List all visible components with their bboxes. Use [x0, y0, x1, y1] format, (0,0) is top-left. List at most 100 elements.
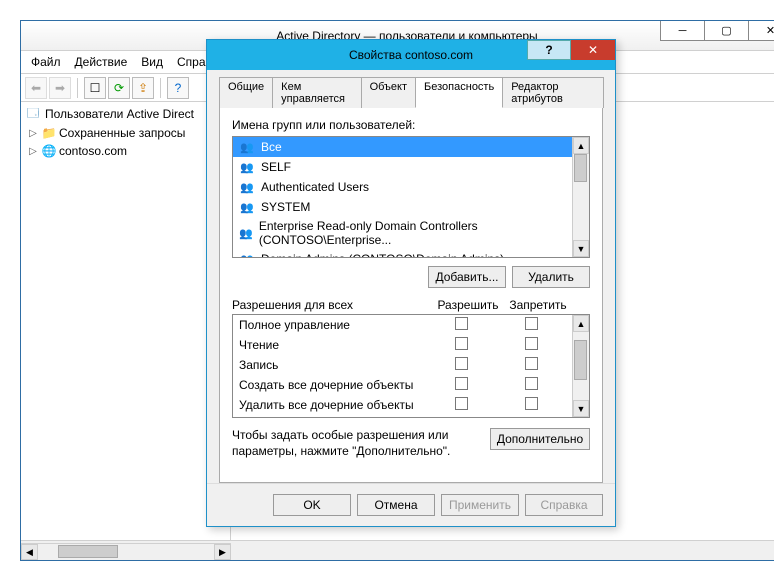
groups-label: Имена групп или пользователей: — [232, 118, 590, 132]
minimize-button[interactable] — [660, 21, 705, 41]
scroll-up-icon[interactable]: ▲ — [573, 137, 589, 154]
tab-strip: Общие Кем управляется Объект Безопасност… — [219, 76, 603, 108]
allow-checkbox[interactable] — [455, 357, 468, 370]
groups-v-scrollbar[interactable]: ▲ ▼ — [572, 137, 589, 257]
apply-button[interactable]: Применить — [441, 494, 519, 516]
scroll-thumb[interactable] — [574, 340, 587, 380]
tree-root[interactable]: Пользователи Active Direct — [23, 104, 228, 124]
deny-checkbox[interactable] — [525, 317, 538, 330]
group-row[interactable]: SELF — [233, 157, 572, 177]
properties-dialog: Свойства contoso.com ? ✕ Общие Кем управ… — [206, 39, 616, 527]
tab-attribute-editor[interactable]: Редактор атрибутов — [502, 77, 604, 108]
permissions-header: Разрешения для всех Разрешить Запретить — [232, 298, 590, 312]
dialog-close-button[interactable]: ✕ — [571, 40, 615, 60]
groups-list[interactable]: Все SELF Authenticated Users SYSTEM — [232, 136, 590, 258]
permission-name: Удалить все дочерние объекты — [239, 398, 426, 412]
help-dialog-button[interactable]: Справка — [525, 494, 603, 516]
tree-node-label: contoso.com — [59, 144, 127, 158]
tree-node-saved-queries[interactable]: ▷ Сохраненные запросы — [23, 124, 228, 142]
show-hide-tree-button[interactable]: ☐ — [84, 77, 106, 99]
tab-general[interactable]: Общие — [219, 77, 273, 108]
permission-row: Полное управление — [233, 315, 572, 335]
perm-header-deny: Запретить — [503, 298, 573, 312]
group-icon — [239, 251, 255, 257]
expand-icon[interactable]: ▷ — [27, 128, 39, 139]
group-icon — [239, 139, 255, 155]
allow-checkbox[interactable] — [455, 397, 468, 410]
group-name: Domain Admins (CONTOSO\Domain Admins) — [261, 252, 504, 257]
remove-button[interactable]: Удалить — [512, 266, 590, 288]
maximize-button[interactable] — [704, 21, 749, 41]
tree-pane: Пользователи Active Direct ▷ Сохраненные… — [21, 102, 231, 540]
deny-checkbox[interactable] — [525, 357, 538, 370]
refresh-button[interactable]: ⟳ — [108, 77, 130, 99]
dialog-button-row: OK Отмена Применить Справка — [207, 483, 615, 526]
group-name: SYSTEM — [261, 200, 310, 214]
dialog-titlebar: Свойства contoso.com ? ✕ — [207, 40, 615, 70]
permission-row: Запись — [233, 355, 572, 375]
dialog-body: Общие Кем управляется Объект Безопасност… — [207, 70, 615, 483]
forward-button[interactable]: ➡ — [49, 77, 71, 99]
permission-row: Чтение — [233, 335, 572, 355]
group-name: Enterprise Read-only Domain Controllers … — [259, 219, 566, 247]
advanced-hint: Чтобы задать особые разрешения или парам… — [232, 428, 480, 459]
tab-object[interactable]: Объект — [361, 77, 416, 108]
group-row[interactable]: Domain Admins (CONTOSO\Domain Admins) — [233, 249, 572, 257]
menu-view[interactable]: Вид — [135, 53, 169, 71]
help-button[interactable]: ? — [167, 77, 189, 99]
group-name: SELF — [261, 160, 291, 174]
toolbar-separator — [77, 78, 78, 98]
scroll-down-icon[interactable]: ▼ — [573, 400, 589, 417]
export-button[interactable]: ⇪ — [132, 77, 154, 99]
expand-icon[interactable]: ▷ — [27, 146, 39, 157]
perm-header-allow: Разрешить — [433, 298, 503, 312]
advanced-button[interactable]: Дополнительно — [490, 428, 590, 450]
menu-action[interactable]: Действие — [69, 53, 134, 71]
group-icon — [239, 159, 255, 175]
group-row[interactable]: SYSTEM — [233, 197, 572, 217]
tree-node-label: Сохраненные запросы — [59, 126, 185, 140]
scroll-down-icon[interactable]: ▼ — [573, 240, 589, 257]
perm-header-label: Разрешения для всех — [232, 298, 433, 312]
folder-icon — [41, 125, 57, 141]
back-button[interactable]: ⬅ — [25, 77, 47, 99]
scroll-thumb[interactable] — [574, 154, 587, 182]
group-name: Все — [261, 140, 282, 154]
permission-name: Полное управление — [239, 318, 426, 332]
group-row[interactable]: Enterprise Read-only Domain Controllers … — [233, 217, 572, 249]
permissions-v-scrollbar[interactable]: ▲ ▼ — [572, 315, 589, 417]
allow-checkbox[interactable] — [455, 317, 468, 330]
tab-security[interactable]: Безопасность — [415, 77, 503, 108]
ok-button[interactable]: OK — [273, 494, 351, 516]
main-window: Active Directory — пользователи и компью… — [20, 20, 774, 561]
allow-checkbox[interactable] — [455, 337, 468, 350]
deny-checkbox[interactable] — [525, 337, 538, 350]
allow-checkbox[interactable] — [455, 377, 468, 390]
permission-name: Чтение — [239, 338, 426, 352]
permission-row: Удалить все дочерние объекты — [233, 395, 572, 415]
group-row[interactable]: Authenticated Users — [233, 177, 572, 197]
permission-row: Создать все дочерние объекты — [233, 375, 572, 395]
globe-icon — [41, 143, 57, 159]
deny-checkbox[interactable] — [525, 377, 538, 390]
tree-root-label: Пользователи Active Direct — [45, 107, 194, 121]
tree-node-domain[interactable]: ▷ contoso.com — [23, 142, 228, 160]
group-icon — [239, 179, 255, 195]
tab-managed-by[interactable]: Кем управляется — [272, 77, 361, 108]
dialog-help-button[interactable]: ? — [527, 40, 571, 60]
permissions-list: Полное управление Чтение Запись — [232, 314, 590, 418]
close-button[interactable] — [748, 21, 774, 41]
group-icon — [239, 199, 255, 215]
cancel-button[interactable]: Отмена — [357, 494, 435, 516]
group-name: Authenticated Users — [261, 180, 369, 194]
permission-name: Запись — [239, 358, 426, 372]
add-button[interactable]: Добавить... — [428, 266, 506, 288]
menu-file[interactable]: Файл — [25, 53, 67, 71]
group-icon — [239, 225, 253, 241]
security-tab-page: Имена групп или пользователей: Все SELF — [219, 108, 603, 483]
permission-name: Создать все дочерние объекты — [239, 378, 426, 392]
toolbar-separator-2 — [160, 78, 161, 98]
deny-checkbox[interactable] — [525, 397, 538, 410]
scroll-up-icon[interactable]: ▲ — [573, 315, 589, 332]
group-row[interactable]: Все — [233, 137, 572, 157]
